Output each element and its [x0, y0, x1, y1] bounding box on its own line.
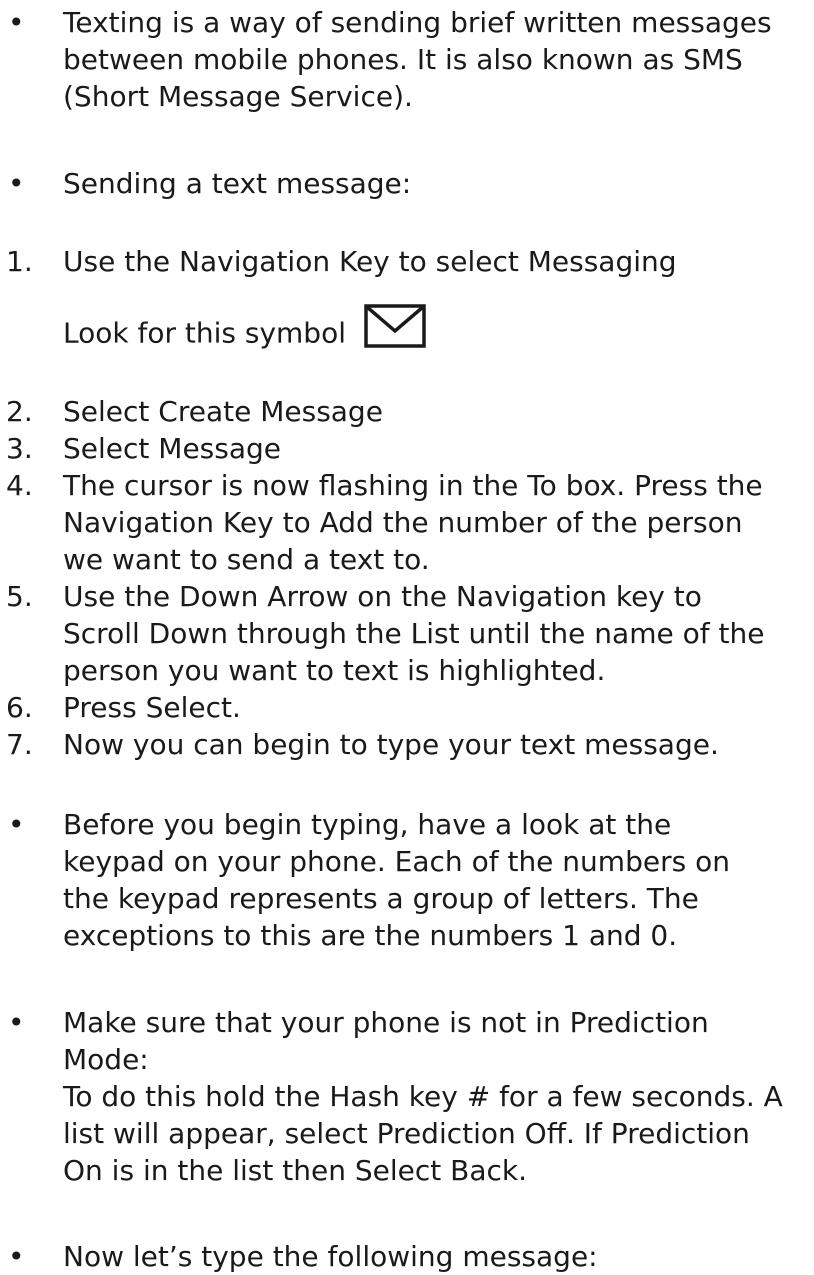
bullet-marker: •: [8, 1240, 25, 1273]
step-number: 6.: [6, 691, 33, 724]
step-text: Use the Down Arrow on the Navigation key…: [63, 580, 765, 687]
step-number: 4.: [6, 469, 33, 502]
step-text: Now you can begin to type your text mess…: [63, 728, 719, 761]
document-page: • Texting is a way of sending brief writ…: [0, 0, 814, 1273]
bullet-marker: •: [8, 808, 25, 841]
step-text: Select Message: [63, 432, 281, 465]
bullet-marker: •: [8, 6, 25, 39]
step-text: Press Select.: [63, 691, 241, 724]
step-text: Use the Navigation Key to select Messagi…: [63, 245, 677, 278]
keypad-text: Before you begin typing, have a look at …: [63, 808, 730, 952]
bullet-marker: •: [8, 1006, 25, 1039]
step-number: 1.: [6, 245, 33, 278]
symbol-hint-text: Look for this symbol: [63, 316, 346, 350]
step-number: 3.: [6, 432, 33, 465]
step-number: 2.: [6, 395, 33, 428]
prediction-text: Make sure that your phone is not in Pred…: [63, 1006, 783, 1187]
step-number: 5.: [6, 580, 33, 613]
envelope-icon: [364, 304, 426, 357]
final-text: Now let’s type the following message:: [63, 1240, 598, 1273]
step-text: The cursor is now flashing in the To box…: [63, 469, 763, 576]
step-text: Select Create Message: [63, 395, 383, 428]
symbol-hint-line: Look for this symbol: [63, 304, 426, 357]
step-number: 7.: [6, 728, 33, 761]
sending-heading: Sending a text message:: [63, 167, 412, 200]
bullet-marker: •: [8, 167, 25, 200]
intro-text: Texting is a way of sending brief writte…: [63, 6, 772, 113]
